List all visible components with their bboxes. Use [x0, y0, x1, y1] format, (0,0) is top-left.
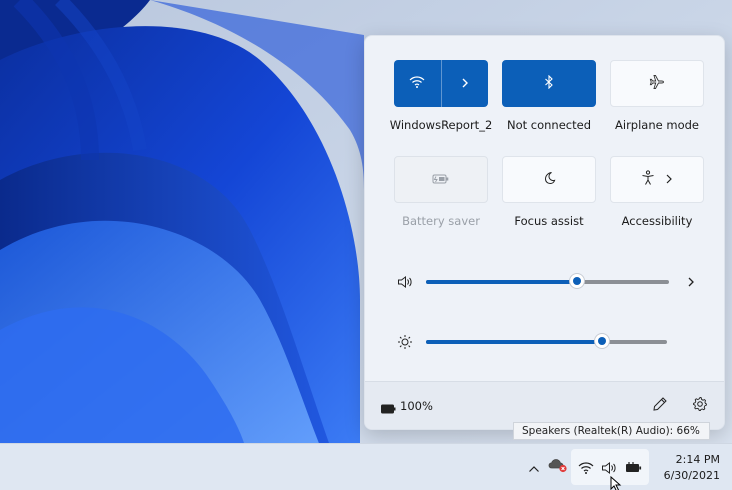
chevron-right-icon — [461, 74, 469, 93]
chevron-right-icon — [665, 170, 673, 189]
chevron-up-icon — [528, 458, 540, 477]
show-hidden-icons-button[interactable] — [524, 452, 544, 482]
battery-saver-tile-label: Battery saver — [402, 214, 480, 228]
bluetooth-tile[interactable] — [502, 60, 596, 107]
gear-icon — [692, 396, 708, 416]
accessibility-tile[interactable] — [610, 156, 704, 203]
sun-icon — [395, 332, 415, 352]
wifi-icon — [409, 74, 425, 93]
volume-tooltip: Speakers (Realtek(R) Audio): 66% — [513, 422, 710, 440]
system-tray-group[interactable] — [571, 449, 649, 490]
accessibility-tile-label: Accessibility — [621, 214, 693, 228]
brightness-slider[interactable] — [426, 334, 667, 348]
wifi-tile-label: WindowsReport_2 — [389, 118, 493, 132]
volume-slider-fill — [426, 280, 577, 284]
wifi-tile[interactable] — [394, 60, 488, 107]
volume-slider-thumb[interactable] — [570, 274, 584, 288]
battery-charging-icon — [625, 460, 643, 479]
focus-assist-tile-label: Focus assist — [514, 214, 584, 228]
desktop-screen: WindowsReport_2 Not connected Airplane m… — [0, 0, 732, 490]
airplane-mode-tile-label: Airplane mode — [615, 118, 699, 132]
focus-assist-tile[interactable] — [502, 156, 596, 203]
wifi-toggle[interactable] — [394, 60, 441, 107]
clock-time[interactable]: 2:14 PM — [676, 453, 720, 466]
volume-slider[interactable] — [426, 274, 669, 288]
bluetooth-icon — [544, 74, 554, 93]
edit-quick-settings-button[interactable] — [646, 392, 674, 420]
moon-icon — [542, 170, 556, 189]
settings-button[interactable] — [686, 392, 714, 420]
battery-saver-tile[interactable] — [394, 156, 488, 203]
onedrive-tray-button[interactable] — [546, 452, 570, 482]
clock-date[interactable]: 6/30/2021 — [664, 469, 720, 482]
chevron-right-icon — [687, 273, 695, 292]
airplane-icon — [649, 74, 665, 94]
bluetooth-tile-label: Not connected — [506, 118, 592, 132]
battery-percentage: 100% — [400, 399, 433, 413]
battery-saver-icon — [432, 170, 450, 189]
wifi-expand-button[interactable] — [442, 60, 489, 107]
accessibility-icon — [641, 169, 655, 190]
brightness-slider-thumb[interactable] — [595, 334, 609, 348]
battery-icon[interactable] — [381, 399, 396, 418]
brightness-slider-fill — [426, 340, 602, 344]
taskbar: 2:14 PM 6/30/2021 — [0, 443, 732, 490]
cloud-error-icon — [548, 457, 568, 477]
audio-output-button[interactable] — [677, 268, 705, 296]
mouse-cursor-icon — [610, 475, 622, 490]
airplane-mode-tile[interactable] — [610, 60, 704, 107]
quick-settings-panel: WindowsReport_2 Not connected Airplane m… — [364, 35, 725, 430]
wifi-icon — [578, 460, 594, 479]
speaker-icon[interactable] — [395, 272, 415, 292]
pencil-icon — [652, 396, 668, 416]
